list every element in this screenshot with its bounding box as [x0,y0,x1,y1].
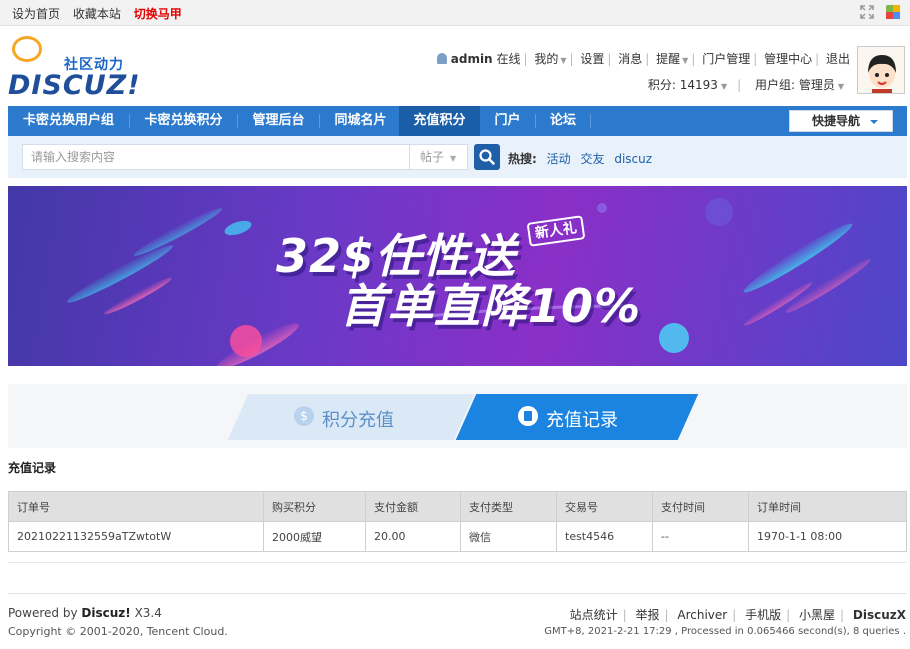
admin-center-link[interactable]: 管理中心 [764,52,812,66]
chevron-down-icon: ▼ [450,154,457,163]
recharge-records-table: 订单号 购买积分 支付金额 支付类型 交易号 支付时间 订单时间 2021022… [8,491,907,552]
hot-search-item[interactable]: 活动 [547,152,571,166]
messages-link[interactable]: 消息 [618,52,642,66]
trade-no-cell: test4546 [556,521,653,552]
record-icon [518,406,538,426]
nav-item-card-points[interactable]: 卡密兑换积分 [130,106,237,136]
promo-banner[interactable]: 32$任性送 新人礼 首单直降10% [8,186,907,366]
hot-search-item[interactable]: discuz [614,152,652,166]
copyright: Copyright © 2001-2020, Tencent Cloud. [8,625,228,638]
username-link[interactable]: admin [451,52,493,66]
points-cell: 2000威望 [263,521,366,552]
chevron-down-icon [870,120,878,124]
powered-prefix: Powered by [8,606,78,620]
online-status[interactable]: 在线 [496,52,520,66]
user-icon [436,53,447,64]
column-header: 支付金额 [365,491,461,522]
column-header: 支付类型 [460,491,557,522]
settings-link[interactable]: 设置 [580,52,604,66]
divider [8,562,907,563]
quick-nav-label: 快捷导航 [812,114,861,128]
tab-recharge-records-label: 充值记录 [546,410,618,431]
search-type-label: 帖子 [420,150,445,164]
pay-time-cell: -- [652,521,749,552]
hot-searches: 热搜: 活动 交友 discuz [508,150,658,167]
quick-nav-button[interactable]: 快捷导航 [789,110,893,132]
table-row: 20210221132559aTZwtotW 2000威望 20.00 微信 t… [8,521,907,552]
site-stats-link[interactable]: 站点统计 [570,608,618,622]
column-header: 购买积分 [263,491,366,522]
hot-search-item[interactable]: 交友 [580,152,604,166]
amount-cell: 20.00 [365,521,461,552]
section-title: 充值记录 [8,461,57,475]
avatar[interactable] [857,46,905,94]
site-logo[interactable]: 社区动力 DISCUZ! [8,36,141,101]
nav-item-city-card[interactable]: 同城名片 [320,106,401,136]
main-nav: 卡密兑换用户组 卡密兑换积分 管理后台 同城名片 充值积分 门户 论坛 快捷导航 [8,106,907,136]
logo-wordmark: DISCUZ! [8,70,141,101]
nav-item-forum[interactable]: 论坛 [536,106,590,136]
tab-points-recharge-label: 积分充值 [322,410,394,431]
top-icons [852,5,900,19]
top-bar: 设为首页 收藏本站 切换马甲 [0,0,910,26]
nav-item-recharge[interactable]: 充值积分 [399,106,480,136]
banner-subheadline: 首单直降10% [340,279,642,333]
powered-by: Powered by Discuz! X3.4 [8,606,162,620]
column-header: 订单时间 [748,491,907,522]
logout-link[interactable]: 退出 [826,52,850,66]
switch-account-link[interactable]: 切换马甲 [134,7,182,21]
brand-link[interactable]: DiscuzX [853,608,906,622]
mobile-link[interactable]: 手机版 [745,608,781,622]
powered-link[interactable]: Discuz! [81,606,130,620]
points-menu[interactable]: 积分: 14193 [648,78,718,92]
search-button[interactable] [474,144,500,170]
bookmark-link[interactable]: 收藏本站 [73,7,121,21]
top-links: 设为首页 收藏本站 切换马甲 [12,5,191,22]
version-label: X3.4 [134,606,162,620]
page-stats: GMT+8, 2021-2-21 17:29 , Processed in 0.… [544,626,906,637]
theme-icon[interactable] [886,5,900,19]
hot-search-label: 热搜: [508,152,537,166]
pay-type-cell: 微信 [460,521,557,552]
user-group-menu[interactable]: 用户组: 管理员 [755,78,835,92]
portal-admin-link[interactable]: 门户管理 [702,52,750,66]
divider [8,593,907,594]
footer-links: 站点统计 | 举报 | Archiver | 手机版 | 小黑屋 | DiscuzX [569,608,906,622]
table-header-row: 订单号 购买积分 支付金额 支付类型 交易号 支付时间 订单时间 [8,491,907,522]
column-header: 订单号 [8,491,264,522]
nav-item-portal[interactable]: 门户 [480,106,535,136]
search-bar: 请输入搜索内容 帖子 ▼ 热搜: 活动 交友 discuz [8,136,907,178]
set-homepage-link[interactable]: 设为首页 [12,7,60,21]
user-menu: admin 在线 | 我的 ▼ | 设置 | 消息 | 提醒 ▼ | 门户管理 | 管理中心 | … [436,50,850,67]
search-icon [479,149,495,165]
report-link[interactable]: 举报 [636,608,660,622]
archiver-link[interactable]: Archiver [677,608,727,622]
column-header: 交易号 [556,491,653,522]
fullscreen-icon[interactable] [860,5,874,19]
column-header: 支付时间 [652,491,749,522]
avatar-image [858,47,904,93]
search-type-select[interactable]: 帖子 ▼ [410,144,468,170]
reminders-menu[interactable]: 提醒 [656,52,680,66]
logo-bubble-icon [12,36,42,62]
order-id-cell: 20210221132559aTZwtotW [8,521,264,552]
search-input[interactable]: 请输入搜索内容 [22,144,410,170]
coin-icon: $ [294,406,314,426]
user-stats: 积分: 14193 ▼ | 用户组: 管理员 ▼ [647,78,844,92]
recharge-tabs: $ 积分充值 充值记录 [8,384,907,448]
my-menu[interactable]: 我的 [534,52,558,66]
nav-item-card-usergroup[interactable]: 卡密兑换用户组 [8,106,129,136]
order-time-cell: 1970-1-1 08:00 [748,521,907,552]
blacklist-link[interactable]: 小黑屋 [799,608,835,622]
nav-item-admin[interactable]: 管理后台 [238,106,319,136]
